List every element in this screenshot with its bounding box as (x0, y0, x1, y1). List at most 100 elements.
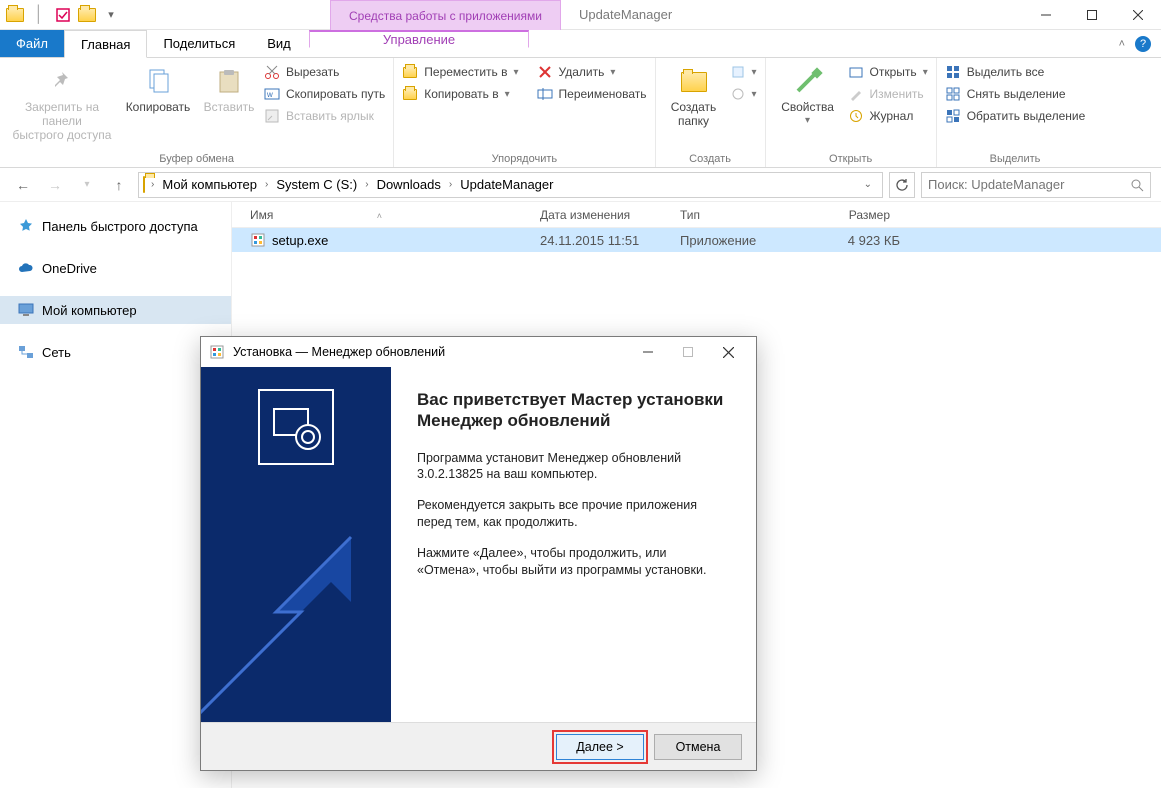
paste-shortcut-button[interactable]: Вставить ярлык (264, 106, 385, 126)
refresh-button[interactable] (889, 172, 915, 198)
rename-label: Переименовать (559, 87, 647, 101)
select-none-label: Снять выделение (967, 87, 1066, 101)
delete-button[interactable]: Удалить (537, 62, 647, 82)
back-button[interactable]: ← (10, 172, 36, 198)
chevron-right-icon[interactable]: › (363, 179, 370, 190)
breadcrumb-label: Мой компьютер (162, 177, 257, 192)
dialog-paragraph: Рекомендуется закрыть все прочие приложе… (417, 497, 730, 531)
cancel-button[interactable]: Отмена (654, 734, 742, 760)
properties-button[interactable]: Свойства ▾ (774, 62, 842, 130)
select-all-button[interactable]: Выделить все (945, 62, 1086, 82)
move-to-icon (402, 64, 418, 80)
folder-icon[interactable] (78, 6, 96, 24)
chevron-right-icon[interactable]: › (447, 179, 454, 190)
chevron-right-icon[interactable]: › (263, 179, 270, 190)
sidebar-item-network[interactable]: Сеть (0, 338, 231, 366)
chevron-right-icon[interactable]: › (149, 179, 156, 190)
up-button[interactable]: ↑ (106, 172, 132, 198)
ribbon-tabs: Файл Главная Поделиться Вид Управление ˄… (0, 30, 1161, 58)
recent-locations-button[interactable]: ▾ (74, 172, 100, 198)
column-header-type[interactable]: Тип (680, 208, 820, 222)
select-all-label: Выделить все (967, 65, 1045, 79)
tab-file[interactable]: Файл (0, 30, 64, 57)
sidebar-item-quick-access[interactable]: Панель быстрого доступа (0, 212, 231, 240)
history-button[interactable]: Журнал (848, 106, 928, 126)
column-header-size[interactable]: Размер (820, 208, 900, 222)
context-tab-group-label: Средства работы с приложениями (330, 0, 561, 30)
invert-selection-label: Обратить выделение (967, 109, 1086, 123)
rename-button[interactable]: Переименовать (537, 84, 647, 104)
sidebar-item-label: Панель быстрого доступа (42, 219, 198, 234)
invert-selection-button[interactable]: Обратить выделение (945, 106, 1086, 126)
properties-label: Свойства (781, 101, 834, 115)
breadcrumb-item[interactable]: UpdateManager (458, 177, 555, 192)
organize-group-label: Упорядочить (402, 151, 646, 165)
select-all-icon (945, 64, 961, 80)
pin-to-quick-access-button[interactable]: Закрепить на панели быстрого доступа (8, 62, 116, 146)
move-to-label: Переместить в (424, 65, 507, 79)
column-header-name[interactable]: Имя ˄ (250, 208, 540, 222)
clipboard-group-label: Буфер обмена (8, 151, 385, 165)
search-input[interactable] (928, 177, 1130, 192)
dialog-paragraph: Нажмите «Далее», чтобы продолжить, или «… (417, 545, 730, 579)
edit-label: Изменить (870, 87, 924, 101)
ribbon-group-open: Свойства ▾ Открыть Изменить (766, 58, 937, 167)
dialog-minimize-button[interactable] (628, 338, 668, 366)
close-button[interactable] (1115, 0, 1161, 30)
search-box[interactable] (921, 172, 1151, 198)
copy-path-button[interactable]: w Скопировать путь (264, 84, 385, 104)
column-header-date[interactable]: Дата изменения (540, 208, 680, 222)
copy-path-label: Скопировать путь (286, 87, 385, 101)
properties-icon[interactable] (54, 6, 72, 24)
properties-icon (792, 66, 824, 98)
sidebar-item-label: Сеть (42, 345, 71, 360)
dialog-title-bar[interactable]: Установка — Менеджер обновлений (201, 337, 756, 367)
help-icon[interactable]: ? (1135, 36, 1151, 52)
paste-button[interactable]: Вставить (200, 62, 258, 119)
star-icon (18, 218, 34, 234)
file-row[interactable]: setup.exe 24.11.2015 11:51 Приложение 4 … (232, 228, 1161, 252)
collapse-ribbon-icon[interactable]: ˄ (1119, 38, 1125, 50)
easy-access-icon (730, 86, 746, 102)
qat-dropdown-icon[interactable]: ▾ (102, 6, 120, 24)
copy-to-button[interactable]: Копировать в (402, 84, 518, 104)
file-size: 4 923 КБ (820, 233, 900, 248)
tab-home[interactable]: Главная (64, 30, 147, 58)
breadcrumb-item[interactable]: System C (S:) (274, 177, 359, 192)
dialog-main: Вас приветствует Мастер установки Менедж… (391, 367, 756, 722)
breadcrumb-label: System C (S:) (276, 177, 357, 192)
monitor-icon (18, 302, 34, 318)
tab-view[interactable]: Вид (251, 30, 307, 57)
installer-icon (209, 344, 225, 360)
breadcrumb-item[interactable]: Мой компьютер (160, 177, 259, 192)
new-folder-button[interactable]: Создать папку (664, 62, 724, 133)
edit-button[interactable]: Изменить (848, 84, 928, 104)
breadcrumb-item[interactable]: Downloads (375, 177, 443, 192)
cut-label: Вырезать (286, 65, 339, 79)
forward-button[interactable]: → (42, 172, 68, 198)
address-dropdown-icon[interactable]: ⌄ (858, 179, 878, 190)
exe-icon (250, 232, 266, 248)
tab-manage[interactable]: Управление (309, 30, 529, 48)
dialog-close-button[interactable] (708, 338, 748, 366)
select-none-button[interactable]: Снять выделение (945, 84, 1086, 104)
folder-icon (143, 177, 145, 192)
open-button[interactable]: Открыть (848, 62, 928, 82)
ribbon-group-clipboard: Закрепить на панели быстрого доступа Коп… (0, 58, 394, 167)
copy-button[interactable]: Копировать (122, 62, 194, 119)
easy-access-button[interactable] (730, 84, 757, 104)
move-to-button[interactable]: Переместить в (402, 62, 518, 82)
tab-share[interactable]: Поделиться (147, 30, 251, 57)
sidebar-item-onedrive[interactable]: OneDrive (0, 254, 231, 282)
search-icon[interactable] (1130, 178, 1144, 192)
next-button[interactable]: Далее > (556, 734, 644, 760)
new-item-button[interactable] (730, 62, 757, 82)
sidebar-item-this-pc[interactable]: Мой компьютер (0, 296, 231, 324)
address-bar[interactable]: › Мой компьютер › System C (S:) › Downlo… (138, 172, 883, 198)
ribbon: Закрепить на панели быстрого доступа Коп… (0, 58, 1161, 168)
minimize-button[interactable] (1023, 0, 1069, 30)
copy-label: Копировать (126, 101, 191, 115)
cut-button[interactable]: Вырезать (264, 62, 385, 82)
maximize-button[interactable] (1069, 0, 1115, 30)
banner-arrow-icon (201, 512, 391, 722)
